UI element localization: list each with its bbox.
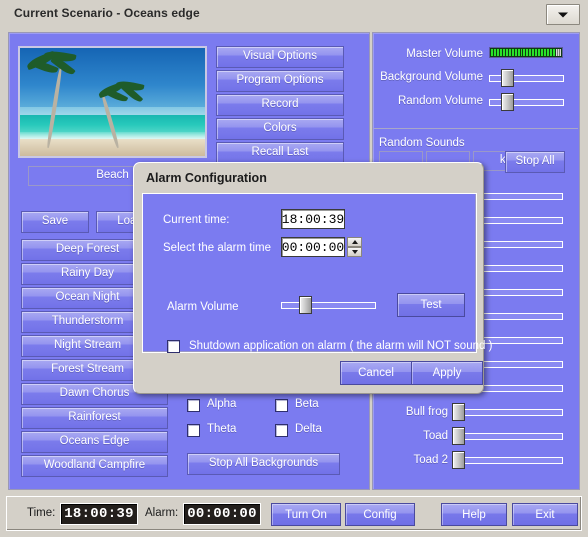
checkbox-delta[interactable] — [275, 424, 288, 437]
shutdown-on-alarm-checkbox[interactable] — [167, 340, 180, 353]
stepper-up-icon[interactable] — [347, 237, 362, 247]
status-time-value: 18:00:39 — [60, 503, 138, 525]
scenario-button-rainforest[interactable]: Rainforest — [21, 407, 168, 429]
preview-caption-label: Beach — [96, 169, 129, 182]
visual-options-button[interactable]: Visual Options — [216, 46, 344, 68]
current-time-label: Current time: — [163, 214, 230, 226]
slider-track — [452, 409, 563, 416]
status-alarm-label: Alarm: — [145, 507, 179, 519]
random-volume-slider[interactable] — [489, 93, 564, 111]
alarm-volume-label: Alarm Volume — [167, 301, 239, 313]
checkbox-theta[interactable] — [187, 424, 200, 437]
slider-track — [452, 457, 563, 464]
checkbox-alpha[interactable] — [187, 399, 200, 412]
status-alarm-value: 00:00:00 — [183, 503, 261, 525]
random-sounds-heading: Random Sounds — [379, 137, 465, 149]
title-bar: Current Scenario - Oceans edge — [0, 0, 588, 30]
sound-slider-bull-frog[interactable] — [452, 403, 563, 421]
dialog-body: Current time: 18:00:39 Select the alarm … — [142, 193, 492, 353]
recall-last-button[interactable]: Recall Last — [216, 142, 344, 164]
exit-button[interactable]: Exit — [512, 503, 578, 526]
slider-thumb[interactable] — [501, 69, 514, 87]
slider-track — [452, 433, 563, 440]
test-alarm-button[interactable]: Test — [397, 293, 465, 317]
alarm-configuration-dialog: Alarm Configuration Current time: 18:00:… — [133, 162, 492, 394]
alarm-time-input[interactable]: 00:00:00 — [281, 237, 345, 257]
scenario-preview-image — [18, 46, 207, 158]
slider-thumb[interactable] — [452, 403, 465, 421]
checkbox-label-theta: Theta — [207, 423, 237, 435]
master-volume-meter — [489, 47, 563, 58]
panel-divider — [374, 128, 578, 129]
checkbox-beta[interactable] — [275, 399, 288, 412]
help-button[interactable]: Help — [441, 503, 507, 526]
colors-button[interactable]: Colors — [216, 118, 344, 140]
sound-slider-toad-2[interactable] — [452, 451, 563, 469]
scenario-button-oceans-edge[interactable]: Oceans Edge — [21, 431, 168, 453]
dialog-title: Alarm Configuration — [146, 171, 267, 185]
chevron-down-icon — [558, 12, 568, 17]
stop-all-random-button[interactable]: Stop All — [505, 151, 565, 173]
config-button[interactable]: Config — [345, 503, 415, 526]
sound-slider-label-bull-frog: Bull frog — [405, 406, 448, 418]
current-time-display: 18:00:39 — [281, 209, 345, 229]
save-button[interactable]: Save — [21, 211, 89, 233]
master-volume-label: Master Volume — [406, 48, 483, 60]
alarm-time-stepper[interactable] — [347, 237, 362, 257]
status-time-label: Time: — [27, 507, 56, 519]
record-button[interactable]: Record — [216, 94, 344, 116]
cancel-button[interactable]: Cancel — [340, 361, 412, 385]
sound-slider-toad[interactable] — [452, 427, 563, 445]
scenario-button-woodland-campfire[interactable]: Woodland Campfire — [21, 455, 168, 477]
checkbox-label-delta: Delta — [295, 423, 322, 435]
slider-thumb[interactable] — [501, 93, 514, 111]
slider-track — [281, 302, 376, 309]
slider-thumb[interactable] — [452, 427, 465, 445]
checkbox-label-beta: Beta — [295, 398, 319, 410]
apply-button[interactable]: Apply — [411, 361, 483, 385]
background-volume-slider[interactable] — [489, 69, 564, 87]
sound-slider-label-toad-2: Toad 2 — [413, 454, 448, 466]
turn-on-button[interactable]: Turn On — [271, 503, 341, 526]
program-options-button[interactable]: Program Options — [216, 70, 344, 92]
random-volume-label: Random Volume — [397, 95, 483, 107]
page-title: Current Scenario - Oceans edge — [14, 6, 200, 20]
scenario-dropdown-button[interactable] — [546, 4, 580, 25]
application-window: Current Scenario - Oceans edge Beach Sav… — [0, 0, 588, 537]
stop-all-backgrounds-button[interactable]: Stop All Backgrounds — [187, 453, 340, 475]
sound-slider-label-toad: Toad — [423, 430, 448, 442]
stepper-down-icon[interactable] — [347, 247, 362, 257]
shutdown-on-alarm-label: Shutdown application on alarm ( the alar… — [189, 340, 493, 352]
alarm-time-label: Select the alarm time — [163, 242, 272, 254]
background-volume-label: Background Volume — [380, 71, 483, 83]
meter-grip[interactable] — [555, 49, 562, 56]
slider-thumb[interactable] — [299, 296, 312, 314]
status-bar: Time: 18:00:39 Alarm: 00:00:00 Turn On C… — [6, 496, 582, 531]
slider-thumb[interactable] — [452, 451, 465, 469]
checkbox-label-alpha: Alpha — [207, 398, 237, 410]
alarm-volume-slider[interactable] — [281, 296, 376, 314]
